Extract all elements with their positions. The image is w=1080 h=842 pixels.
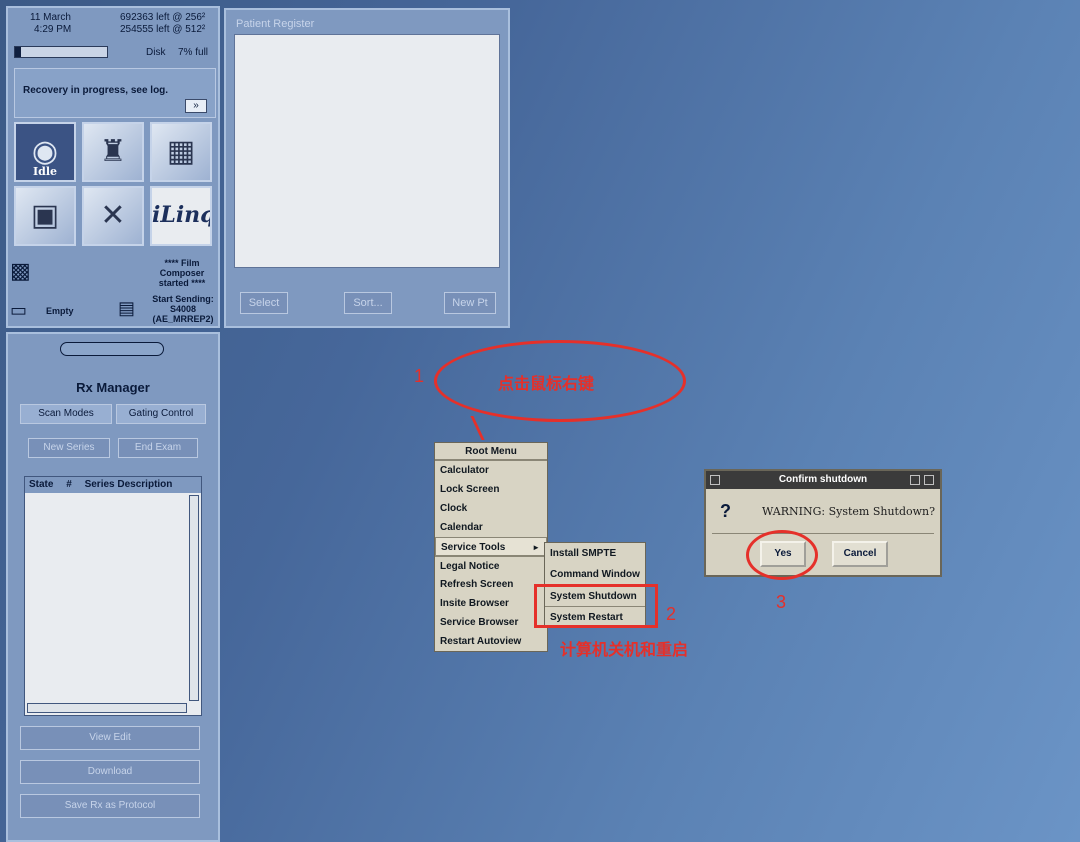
menu-item-restart-autoview[interactable]: Restart Autoview [435, 632, 547, 651]
menu-item-lock-screen[interactable]: Lock Screen [435, 480, 547, 499]
menu-item-refresh-screen[interactable]: Refresh Screen [435, 575, 547, 594]
submenu-arrow-icon: ► [532, 543, 540, 552]
col-number: # [66, 479, 72, 490]
recovery-message: Recovery in progress, see log. [23, 85, 169, 96]
col-description: Series Description [84, 479, 173, 490]
annotation-step-1-text: 点击鼠标右键 [498, 376, 595, 393]
patient-glyph: ♜ [99, 135, 127, 168]
menu-item-service-tools[interactable]: Service Tools ► [435, 537, 547, 556]
free-images-512: 254555 left @ 512² [120, 24, 206, 35]
dialog-menu-icon[interactable] [710, 475, 720, 485]
annotation-bubble-tail [470, 416, 510, 440]
end-exam-button[interactable]: End Exam [118, 438, 198, 458]
recovery-message-box: Recovery in progress, see log. » [14, 68, 216, 118]
rx-manager-panel: Rx Manager Scan Modes Gating Control New… [6, 332, 220, 842]
tools-icon[interactable]: ✕ [82, 186, 144, 246]
status-time: 4:29 PM [34, 24, 72, 35]
col-state: State [29, 479, 54, 490]
status-panel: 11 March 4:29 PM 692363 left @ 256² 2545… [6, 6, 220, 328]
annotation-step-2-text: 计算机关机和重启 [560, 642, 689, 659]
root-menu: Root Menu Calculator Lock Screen Clock C… [434, 442, 548, 652]
status-date: 11 March [30, 12, 71, 23]
view-edit-button[interactable]: View Edit [20, 726, 200, 750]
scanner-icon[interactable]: ◉ Idle [14, 122, 76, 182]
film-composer-status: **** Film Composer started **** [158, 258, 206, 288]
free-images-256: 692363 left @ 256² [120, 12, 206, 23]
sort-button[interactable]: Sort... [344, 292, 392, 314]
series-list[interactable]: State # Series Description [24, 476, 202, 716]
menu-item-install-smpte[interactable]: Install SMPTE [545, 543, 645, 564]
series-horizontal-scrollbar[interactable] [27, 703, 187, 713]
annotation-step-2: 2 [666, 604, 677, 624]
workstation-icon[interactable]: ▣ [14, 186, 76, 246]
series-list-header: State # Series Description [25, 477, 201, 493]
patient-register-panel: Patient Register Select Sort... New Pt [224, 8, 510, 328]
patient-register-title: Patient Register [236, 18, 315, 30]
tools-glyph: ✕ [100, 199, 126, 232]
menu-item-service-browser[interactable]: Service Browser [435, 613, 547, 632]
annotation-highlight-box [534, 584, 658, 628]
scanner-state: Idle [32, 165, 57, 178]
annotation-yes-circle [746, 530, 818, 580]
dialog-warning-text: WARNING: System Shutdown? [762, 505, 936, 518]
download-button[interactable]: Download [20, 760, 200, 784]
scanner-glyph: ◉ [31, 135, 59, 168]
printer-icon: ▭ [10, 300, 28, 320]
menu-item-calculator[interactable]: Calculator [435, 461, 547, 480]
iling-label: iLinq [152, 202, 212, 228]
gating-control-button[interactable]: Gating Control [116, 404, 206, 424]
network-icon: ▤ [118, 298, 136, 318]
dialog-minimize-icon[interactable] [910, 475, 920, 485]
annotation-step-1: 1 [414, 366, 425, 386]
view-log-button[interactable]: » [185, 99, 207, 113]
send-status: Start Sending: S4008 (AE_MRREP2) [152, 294, 214, 324]
patient-list[interactable] [234, 34, 500, 268]
viewer-glyph: ▦ [166, 135, 196, 168]
annotation-step-3: 3 [776, 592, 787, 612]
menu-item-calendar[interactable]: Calendar [435, 518, 547, 537]
iling-icon[interactable]: iLinq [150, 186, 212, 246]
save-protocol-button[interactable]: Save Rx as Protocol [20, 794, 200, 818]
dialog-divider [712, 533, 934, 534]
cancel-button[interactable]: Cancel [832, 541, 888, 567]
scan-modes-button[interactable]: Scan Modes [20, 404, 112, 424]
menu-item-legal-notice[interactable]: Legal Notice [435, 556, 547, 575]
patient-icon[interactable]: ♜ [82, 122, 144, 182]
series-vertical-scrollbar[interactable] [189, 495, 199, 701]
disk-label: Disk [146, 47, 166, 58]
select-button[interactable]: Select [240, 292, 288, 314]
new-patient-button[interactable]: New Pt [444, 292, 496, 314]
menu-item-insite-browser[interactable]: Insite Browser [435, 594, 547, 613]
rx-manager-tab [60, 342, 164, 356]
confirm-shutdown-dialog: Confirm shutdown ? WARNING: System Shutd… [704, 469, 942, 577]
disk-usage-bar [14, 46, 108, 58]
dialog-title: Confirm shutdown [706, 471, 940, 489]
new-series-button[interactable]: New Series [28, 438, 110, 458]
rx-manager-title: Rx Manager [76, 380, 150, 395]
menu-item-clock[interactable]: Clock [435, 499, 547, 518]
menu-item-command-window[interactable]: Command Window [545, 564, 645, 585]
printer-status: Empty [46, 306, 74, 316]
film-icon: ▩ [10, 258, 31, 283]
service-tools-label: Service Tools [441, 542, 506, 553]
warning-question-icon: ? [720, 501, 731, 521]
workstation-glyph: ▣ [30, 199, 60, 232]
disk-usage-fill [15, 47, 22, 57]
disk-full: 7% full [178, 47, 209, 58]
dialog-maximize-icon[interactable] [924, 475, 934, 485]
root-menu-title: Root Menu [435, 443, 547, 461]
viewer-icon[interactable]: ▦ [150, 122, 212, 182]
